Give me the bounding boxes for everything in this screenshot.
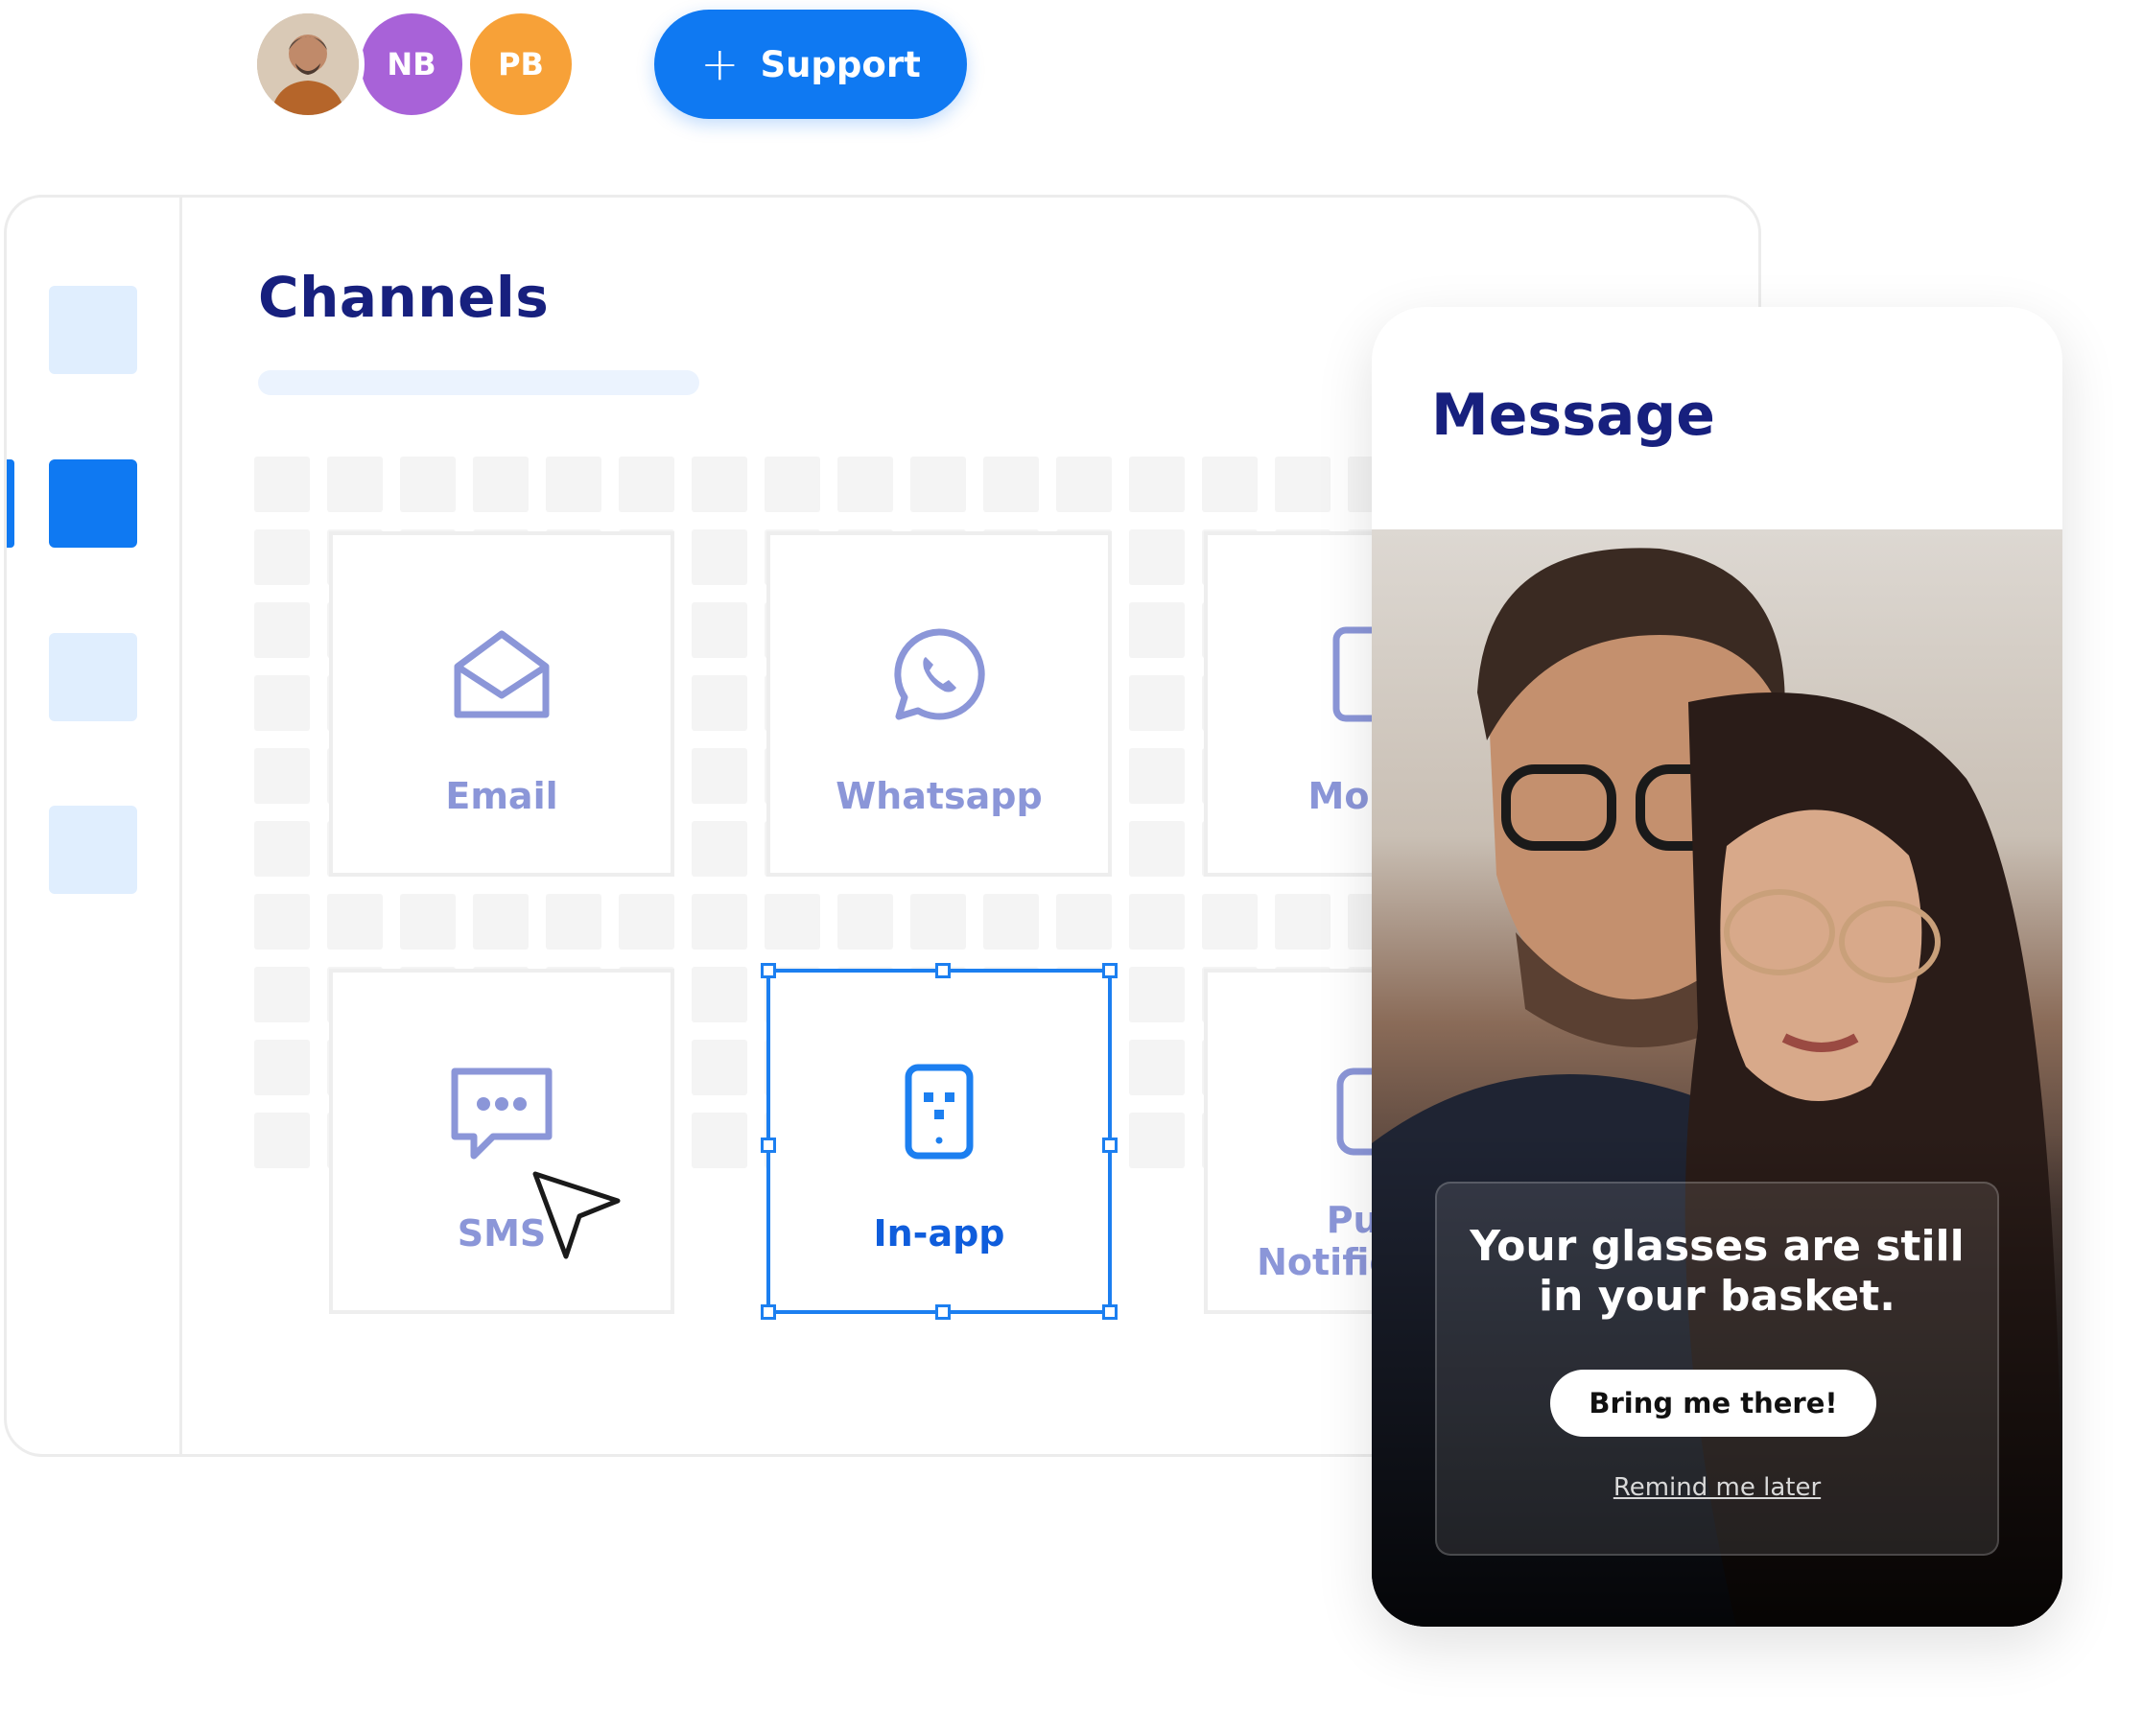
user-avatar-pb[interactable]: PB: [464, 8, 577, 121]
grid-cell: [692, 602, 747, 658]
active-nav-indicator: [7, 459, 14, 548]
resize-handle-top-left[interactable]: [761, 963, 776, 978]
grid-cell: [1129, 1113, 1185, 1168]
channel-label: Whatsapp: [836, 775, 1043, 817]
whatsapp-icon: [886, 622, 992, 727]
grid-cell: [692, 894, 747, 950]
grid-cell: [1129, 1040, 1185, 1095]
grid-cell: [692, 675, 747, 731]
grid-cell: [546, 457, 601, 512]
grid-cell: [692, 1113, 747, 1168]
grid-cell: [254, 675, 310, 731]
grid-cell: [692, 748, 747, 804]
envelope-icon: [449, 622, 554, 727]
resize-handle-bottom-right[interactable]: [1102, 1304, 1118, 1320]
channel-in-app[interactable]: In-app: [761, 963, 1118, 1320]
grid-cell: [400, 894, 456, 950]
support-button-label: Support: [760, 43, 921, 85]
grid-cell: [619, 894, 674, 950]
grid-cell: [1056, 457, 1112, 512]
grid-cell: [1275, 457, 1331, 512]
chat-bubble-icon: [449, 1059, 554, 1164]
in-app-message-card: Your glasses are still in your basket. B…: [1435, 1182, 1999, 1556]
grid-cell: [1056, 894, 1112, 950]
grid-cell: [837, 457, 893, 512]
resize-handle-right[interactable]: [1102, 1138, 1118, 1153]
channel-label: In-app: [873, 1212, 1005, 1255]
sidebar-item-2-active[interactable]: [49, 459, 137, 548]
channel-label: Email: [445, 775, 558, 817]
grid-cell: [1129, 529, 1185, 585]
avatar-initials: NB: [387, 46, 436, 82]
sidebar-item-1[interactable]: [49, 286, 137, 374]
grid-cell: [327, 894, 383, 950]
grid-cell: [1129, 602, 1185, 658]
grid-cell: [983, 894, 1039, 950]
mouse-pointer-icon: [532, 1171, 621, 1259]
grid-cell: [1129, 894, 1185, 950]
grid-cell: [619, 457, 674, 512]
grid-cell: [546, 894, 601, 950]
hero-photo: Your glasses are still in your basket. B…: [1372, 529, 2062, 1627]
avatar-initials: PB: [498, 46, 544, 82]
grid-cell: [910, 894, 966, 950]
grid-cell: [1129, 748, 1185, 804]
grid-cell: [1129, 675, 1185, 731]
grid-cell: [910, 457, 966, 512]
sidebar-item-3[interactable]: [49, 633, 137, 721]
grid-cell: [254, 748, 310, 804]
grid-cell: [1129, 457, 1185, 512]
user-avatar-nb[interactable]: NB: [355, 8, 468, 121]
channel-whatsapp[interactable]: Whatsapp: [766, 531, 1112, 877]
grid-cell: [692, 457, 747, 512]
grid-cell: [254, 967, 310, 1022]
grid-cell: [692, 967, 747, 1022]
channel-email[interactable]: Email: [329, 531, 674, 877]
grid-cell: [254, 602, 310, 658]
grid-cell: [473, 894, 529, 950]
resize-handle-top-right[interactable]: [1102, 963, 1118, 978]
resize-handle-top[interactable]: [935, 963, 951, 978]
person-photo-icon: [257, 13, 359, 115]
message-heading-line-1: Your glasses are still: [1470, 1222, 1965, 1271]
message-heading-line-2: in your basket.: [1538, 1272, 1896, 1321]
support-button[interactable]: + Support: [654, 10, 967, 119]
grid-cell: [765, 457, 820, 512]
grid-cell: [692, 529, 747, 585]
in-app-icon: [886, 1059, 992, 1164]
page-title: Channels: [258, 265, 550, 330]
grid-cell: [1202, 457, 1258, 512]
grid-cell: [254, 529, 310, 585]
remind-me-later-link[interactable]: Remind me later: [1437, 1473, 1997, 1502]
grid-cell: [983, 457, 1039, 512]
grid-cell: [1129, 967, 1185, 1022]
phone-title: Message: [1431, 382, 1715, 449]
grid-cell: [692, 1040, 747, 1095]
grid-cell: [254, 457, 310, 512]
message-preview-phone: Message Your glasses are still in your b…: [1372, 307, 2062, 1627]
grid-cell: [327, 457, 383, 512]
grid-cell: [765, 894, 820, 950]
grid-cell: [1275, 894, 1331, 950]
bring-me-there-button[interactable]: Bring me there!: [1550, 1370, 1876, 1437]
sidebar-divider: [179, 198, 182, 1454]
grid-cell: [1129, 821, 1185, 877]
plus-icon: +: [700, 37, 740, 91]
grid-cell: [254, 821, 310, 877]
grid-cell: [400, 457, 456, 512]
sidebar-item-4[interactable]: [49, 806, 137, 894]
resize-handle-bottom[interactable]: [935, 1304, 951, 1320]
resize-handle-bottom-left[interactable]: [761, 1304, 776, 1320]
grid-cell: [254, 1113, 310, 1168]
resize-handle-left[interactable]: [761, 1138, 776, 1153]
grid-cell: [254, 894, 310, 950]
grid-cell: [254, 1040, 310, 1095]
message-heading: Your glasses are still in your basket.: [1437, 1222, 1997, 1322]
grid-cell: [837, 894, 893, 950]
user-avatar-photo[interactable]: [251, 8, 365, 121]
grid-cell: [473, 457, 529, 512]
grid-cell: [1202, 894, 1258, 950]
grid-cell: [692, 821, 747, 877]
title-underline-bar: [258, 370, 699, 395]
